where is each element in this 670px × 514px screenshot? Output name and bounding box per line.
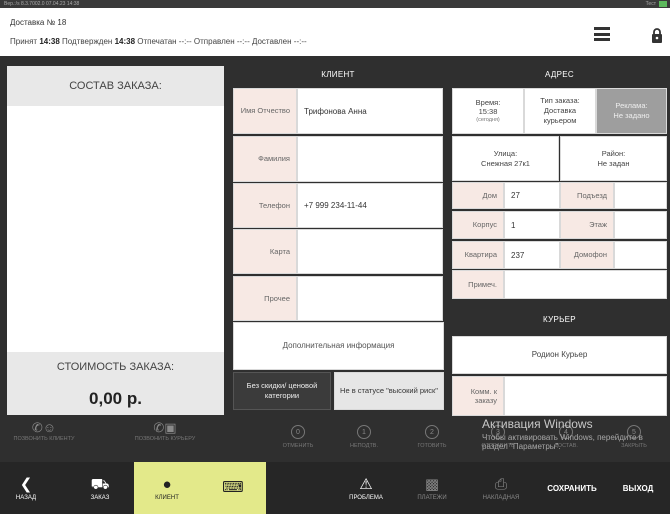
call-courier-button[interactable]: ✆▣ ПОЗВОНИТЬ КУРЬЕРУ <box>120 420 210 442</box>
apt-label: Квартира <box>452 241 504 269</box>
time-note: (сегодня) <box>476 117 500 124</box>
apt-field[interactable]: 237 <box>504 241 560 269</box>
intercom-field[interactable] <box>614 241 667 269</box>
printer-icon: ⎙ <box>494 476 507 493</box>
card-field[interactable] <box>297 229 443 274</box>
surname-field[interactable] <box>297 136 443 182</box>
order-cost-value: 0,00 р. <box>7 382 224 415</box>
keyboard-icon: ⌨ <box>222 479 244 496</box>
version-text: Вер.:/s 8.3.7002.0 07.04.23 14:38 <box>4 1 80 7</box>
comment-label: Комм. к заказу <box>452 376 504 416</box>
phone-label: Телефон <box>233 183 297 228</box>
connection-indicator <box>659 1 667 7</box>
phone-truck-icon: ✆▣ <box>153 420 177 435</box>
surname-label: Фамилия <box>233 136 297 182</box>
address-section-title: АДРЕС <box>545 69 574 79</box>
person-icon: ● <box>162 476 172 493</box>
entrance-label: Подъезд <box>560 182 614 209</box>
building-field[interactable]: 1 <box>504 211 560 239</box>
order-cost-title: СТОИМОСТЬ ЗАКАЗА: <box>7 352 224 382</box>
back-button[interactable]: ❮ НАЗАД <box>6 462 46 514</box>
note-field[interactable] <box>504 270 667 299</box>
time-value: 15:38 <box>478 107 498 117</box>
additional-info-button[interactable]: Дополнительная информация <box>233 322 444 370</box>
ad-value: Не задано <box>613 111 650 120</box>
warning-icon: ⚠ <box>359 476 373 493</box>
street-value: Снежная 27к1 <box>481 158 530 168</box>
invoice-button[interactable]: ⎙ НАКЛАДНАЯ <box>476 462 526 514</box>
time-cell[interactable]: Время: 15:38 (сегодня) <box>452 88 524 134</box>
house-label: Дом <box>452 182 504 209</box>
note-label: Примеч. <box>452 270 504 299</box>
client-section-title: КЛИЕНТ <box>321 69 355 79</box>
name-label: Имя Отчество <box>233 88 297 134</box>
system-status-strip: Вер.:/s 8.3.7002.0 07.04.23 14:38 Тест <box>0 0 670 8</box>
order-status-line: Принят 14:38 Подтвержден 14:38 Отпечатан… <box>10 37 307 46</box>
order-tab[interactable]: ⛟ ЗАКАЗ <box>78 462 122 514</box>
save-button[interactable]: СОХРАНИТЬ <box>536 462 608 514</box>
other-field[interactable] <box>297 276 443 321</box>
courier-section-title: КУРЬЕР <box>543 314 576 324</box>
chevron-left-icon: ❮ <box>19 476 33 493</box>
ad-cell[interactable]: Реклама: Не задано <box>596 88 667 134</box>
street-cell[interactable]: Улица: Снежная 27к1 <box>452 136 559 181</box>
keyboard-button[interactable]: ⌨ <box>200 462 266 514</box>
entrance-field[interactable] <box>614 182 667 209</box>
cloche-icon: ⛟ <box>90 476 110 493</box>
cash-register-icon: ▩ <box>424 476 440 493</box>
order-type-cell[interactable]: Тип заказа: Доставка курьером <box>524 88 596 134</box>
phone-smile-icon: ✆☺ <box>31 420 57 435</box>
floor-field[interactable] <box>614 211 667 239</box>
order-title: Доставка № 18 <box>10 18 67 27</box>
floor-label: Этаж <box>560 211 614 239</box>
building-label: Корпус <box>452 211 504 239</box>
district-value: Не задан <box>597 158 630 168</box>
card-label: Карта <box>233 229 297 274</box>
menu-icon[interactable] <box>594 27 610 41</box>
windows-activation-watermark: Активация Windows Чтобы активировать Win… <box>482 417 643 451</box>
order-composition-title: СОСТАВ ЗАКАЗА: <box>7 66 224 106</box>
prepare-button[interactable]: 2 ГОТОВИТЬ <box>412 425 452 449</box>
payments-button[interactable]: ▩ ПЛАТЕЖИ <box>410 462 454 514</box>
other-label: Прочее <box>233 276 297 321</box>
no-discount-button[interactable]: Без скидки/ ценовой категории <box>233 372 331 410</box>
risk-status-button[interactable]: Не в статусе "высокий риск" <box>334 372 444 410</box>
problem-button[interactable]: ⚠ ПРОБЛЕМА <box>342 462 390 514</box>
phone-field[interactable]: +7 999 234-11-44 <box>297 183 443 228</box>
unconfirm-button[interactable]: 1 НЕПОДТВ. <box>344 425 384 449</box>
mode-text: Тест <box>645 1 656 7</box>
client-tab[interactable]: ● КЛИЕНТ <box>134 462 200 514</box>
intercom-label: Домофон <box>560 241 614 269</box>
order-type-value: Доставка курьером <box>543 106 577 125</box>
house-field[interactable]: 27 <box>504 182 560 209</box>
district-cell[interactable]: Район: Не задан <box>560 136 667 181</box>
name-field[interactable]: Трифонова Анна <box>297 88 443 134</box>
call-client-button[interactable]: ✆☺ ПОЗВОНИТЬ КЛИЕНТУ <box>8 420 80 442</box>
cancel-order-button[interactable]: 0 ОТМЕНИТЬ <box>278 425 318 449</box>
courier-name-field[interactable]: Родион Курьер <box>452 336 667 374</box>
order-items-list[interactable] <box>7 106 224 352</box>
exit-button[interactable]: ВЫХОД <box>612 462 664 514</box>
comment-field[interactable] <box>504 376 667 416</box>
lock-icon[interactable] <box>651 28 663 43</box>
order-header: Доставка № 18 Принят 14:38 Подтвержден 1… <box>0 8 670 56</box>
